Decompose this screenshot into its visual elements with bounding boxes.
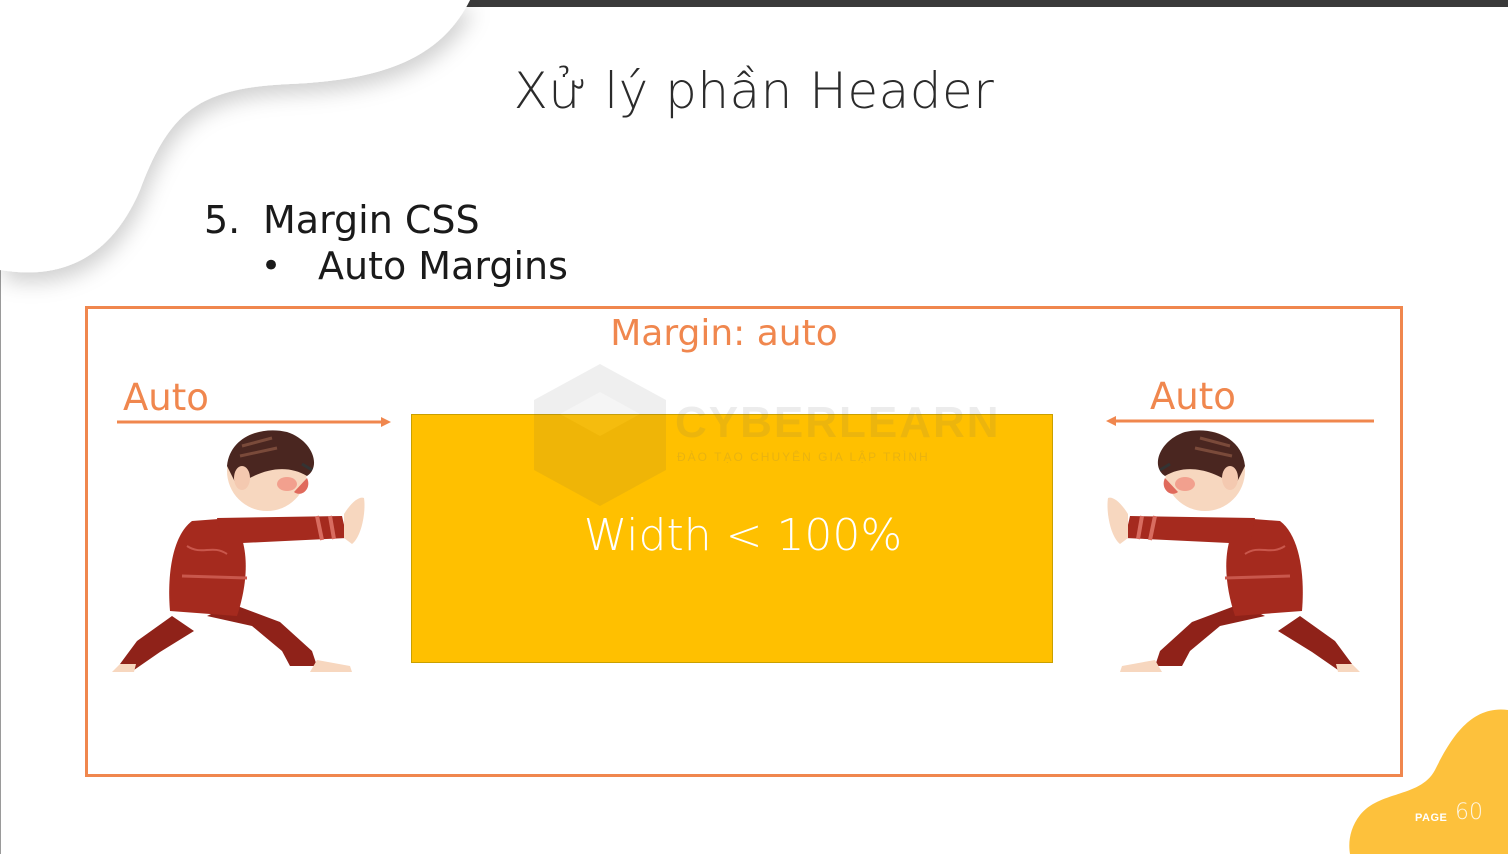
right-pushing-kid-illustration bbox=[1107, 430, 1360, 672]
left-auto-label: Auto bbox=[123, 376, 209, 419]
margin-auto-label: Margin: auto bbox=[610, 313, 838, 354]
list-item-text: Margin CSS bbox=[263, 198, 480, 242]
bullet-icon: • bbox=[261, 246, 282, 286]
page-number: 60 bbox=[1455, 800, 1483, 825]
right-auto-label: Auto bbox=[1150, 375, 1236, 418]
left-pushing-kid-illustration bbox=[112, 430, 365, 672]
page-label: PAGE bbox=[1415, 812, 1448, 824]
list-item-number: 5. bbox=[204, 198, 241, 242]
sub-item-text: Auto Margins bbox=[318, 244, 568, 288]
watermark-logo-icon bbox=[534, 364, 666, 506]
watermark-brand: CYBERLEARN bbox=[675, 398, 1001, 447]
corner-decoration bbox=[1349, 709, 1508, 854]
watermark-tagline: ĐÀO TẠO CHUYÊN GIA LẬP TRÌNH bbox=[677, 450, 930, 464]
slide-title: Xử lý phần Header bbox=[513, 62, 995, 120]
